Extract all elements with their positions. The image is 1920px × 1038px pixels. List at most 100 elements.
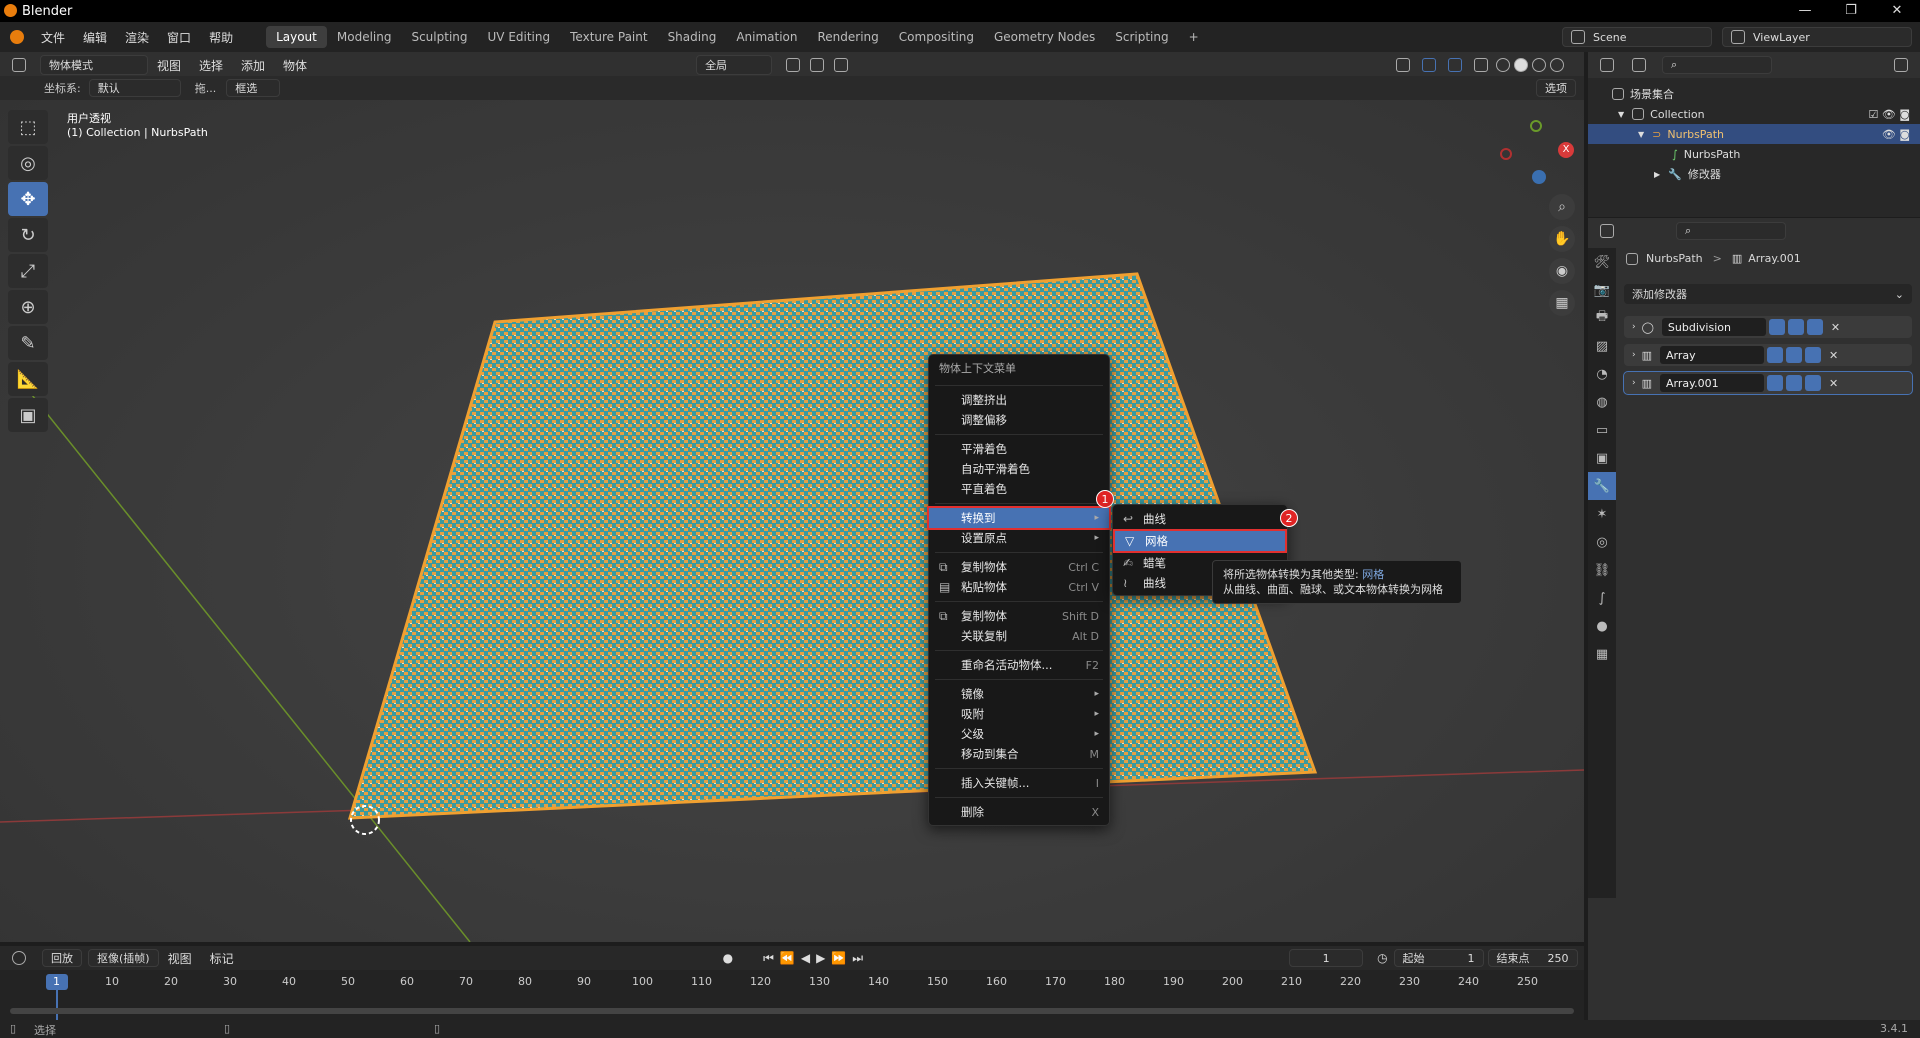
outliner-search-input[interactable]: ⌕ [1662,56,1772,74]
scale-tool-icon[interactable]: ⤢ [8,254,48,288]
menu-item-duplicate-objects[interactable]: ⧉ 复制物体 Shift D [929,606,1109,626]
tab-modeling[interactable]: Modeling [327,26,402,48]
timeline-menu-view[interactable]: 视图 [159,950,201,967]
menu-item-adjust-extrude[interactable]: 调整挤出 [929,390,1109,410]
playback-dropdown[interactable]: 回放 [42,949,82,967]
menu-item-move-to-collection[interactable]: 移动到集合 M [929,744,1109,764]
coord-selector[interactable]: 默认 [88,79,181,97]
menu-item-convert-to[interactable]: 转换到 ▸ [927,506,1111,530]
expand-arrow-icon[interactable]: ▶ [1654,170,1660,179]
tab-geometry-nodes[interactable]: Geometry Nodes [984,26,1105,48]
options-dropdown[interactable]: 选项 [1536,79,1576,97]
record-icon[interactable]: ● [723,951,733,965]
properties-search-input[interactable]: ⌕ [1676,222,1786,240]
timeline-menu-marker[interactable]: 标记 [201,950,243,967]
gizmo-icon[interactable] [1422,58,1436,72]
tab-uv-editing[interactable]: UV Editing [478,26,561,48]
submenu-item-curve[interactable]: ↩ 曲线 [1113,509,1287,529]
perspective-grid-icon[interactable]: ▦ [1549,290,1575,316]
rotate-tool-icon[interactable]: ↻ [8,218,48,252]
particles-tab-icon[interactable]: ✶ [1588,500,1616,528]
3d-viewport[interactable]: 用户透视 (1) Collection | NurbsPath X ⌕ ✋ ◉ … [0,100,1584,942]
select-mode-selector[interactable]: 框选 [226,79,281,97]
world-tab-icon[interactable]: ◍ [1588,388,1616,416]
menu-item-mirror[interactable]: 镜像 ▸ [929,684,1109,704]
scene-tab-icon[interactable]: ◔ [1588,360,1616,388]
tool-tab-icon[interactable]: 🛠 [1588,248,1616,276]
maximize-button[interactable]: ❐ [1828,0,1874,22]
submenu-item-mesh[interactable]: ▽ 网格 [1113,529,1287,553]
constraints-tab-icon[interactable]: ⛓ [1588,556,1616,584]
add-cube-tool-icon[interactable]: ▣ [8,398,48,432]
modifier-subdivision[interactable]: › ◯ Subdivision ✕ [1624,316,1912,338]
move-tool-icon[interactable]: ✥ [8,182,48,216]
edit-mode-toggle[interactable] [1768,319,1785,335]
material-shading-icon[interactable] [1532,58,1546,72]
close-window-button[interactable]: ✕ [1874,0,1920,22]
close-icon[interactable]: ✕ [1829,377,1838,390]
expand-arrow-icon[interactable]: › [1632,322,1636,332]
clock-icon[interactable]: ◷ [1377,951,1387,965]
expand-arrow-icon[interactable]: › [1632,350,1636,360]
rendered-shading-icon[interactable] [1550,58,1564,72]
viewport-toggle[interactable] [1786,375,1803,391]
tab-shading[interactable]: Shading [658,26,727,48]
menu-item-rename-active[interactable]: 重命名活动物体... F2 [929,655,1109,675]
scene-selector[interactable]: Scene [1562,27,1712,47]
menu-add[interactable]: 添加 [232,57,274,74]
collection-tab-icon[interactable]: ▭ [1588,416,1616,444]
add-workspace-button[interactable]: + [1179,26,1209,48]
select-box-tool-icon[interactable]: ⬚ [8,110,48,144]
outliner-editor-icon[interactable] [1600,58,1614,72]
mode-selector[interactable]: 物体模式 [40,55,148,75]
collection-checkbox-icon[interactable]: ☑ 👁 ◙ [1869,108,1911,121]
current-frame-field[interactable]: 1 [1289,949,1364,967]
keying-dropdown[interactable]: 抠像(插帧) [88,949,159,967]
start-frame-field[interactable]: 起始 1 [1393,949,1484,967]
menu-select[interactable]: 选择 [190,57,232,74]
outliner-row-nurbspath[interactable]: ▼ ⊃ NurbsPath 👁 ◙ [1588,124,1920,144]
expand-arrow-icon[interactable]: ▼ [1618,110,1624,119]
render-tab-icon[interactable]: 📷 [1588,276,1616,304]
view-layer-selector[interactable]: ViewLayer [1722,27,1912,47]
view-layer-tab-icon[interactable]: ▨ [1588,332,1616,360]
gizmo-x-axis-icon[interactable]: X [1558,142,1574,158]
modifier-array[interactable]: › ▥ Array ✕ [1624,344,1912,366]
data-tab-icon[interactable]: ∫ [1588,584,1616,612]
render-toggle[interactable] [1805,375,1822,391]
filter-icon[interactable] [1894,58,1908,72]
viewport-toggle[interactable] [1787,319,1804,335]
render-toggle[interactable] [1805,347,1822,363]
camera-view-icon[interactable]: ◉ [1549,258,1575,284]
display-mode-icon[interactable] [1632,58,1646,72]
object-tab-icon[interactable]: ▣ [1588,444,1616,472]
annotate-tool-icon[interactable]: ✎ [8,326,48,360]
menu-item-insert-keyframe[interactable]: 插入关键帧... I [929,773,1109,793]
properties-editor-icon[interactable] [1600,224,1614,238]
menu-view[interactable]: 视图 [148,57,190,74]
visibility-eye-icon[interactable]: 👁 ◙ [1882,128,1910,141]
menu-item-shade-smooth[interactable]: 平滑着色 [929,439,1109,459]
solid-shading-icon[interactable] [1514,58,1528,72]
end-frame-field[interactable]: 结束点 250 [1487,949,1578,967]
blender-menu-icon[interactable] [10,30,24,44]
gizmo-neg-x-axis-icon[interactable] [1500,148,1512,160]
drag-label[interactable]: 拖... [195,80,217,96]
outliner-row-modifiers[interactable]: ▶ 🔧 修改器 [1588,164,1920,184]
editor-type-icon[interactable] [12,58,26,72]
render-toggle[interactable] [1806,319,1823,335]
gizmo-y-axis-icon[interactable] [1530,120,1542,132]
navigation-gizmo[interactable]: X [1492,114,1578,188]
modifier-array-001[interactable]: › ▥ Array.001 ✕ [1623,371,1913,395]
overlay-icon[interactable] [1448,58,1462,72]
outliner-row-scene-collection[interactable]: 场景集合 [1588,84,1920,104]
tab-sculpting[interactable]: Sculpting [401,26,477,48]
transform-orientation-selector[interactable]: 全局 [696,55,773,75]
expand-arrow-icon[interactable]: › [1632,378,1636,388]
menu-render[interactable]: 渲染 [116,29,158,46]
menu-item-adjust-offset[interactable]: 调整偏移 [929,410,1109,430]
menu-item-parent[interactable]: 父级 ▸ [929,724,1109,744]
wireframe-shading-icon[interactable] [1496,58,1510,72]
outliner-row-curve-data[interactable]: ∫ NurbsPath [1588,144,1920,164]
cursor-tool-icon[interactable]: ◎ [8,146,48,180]
